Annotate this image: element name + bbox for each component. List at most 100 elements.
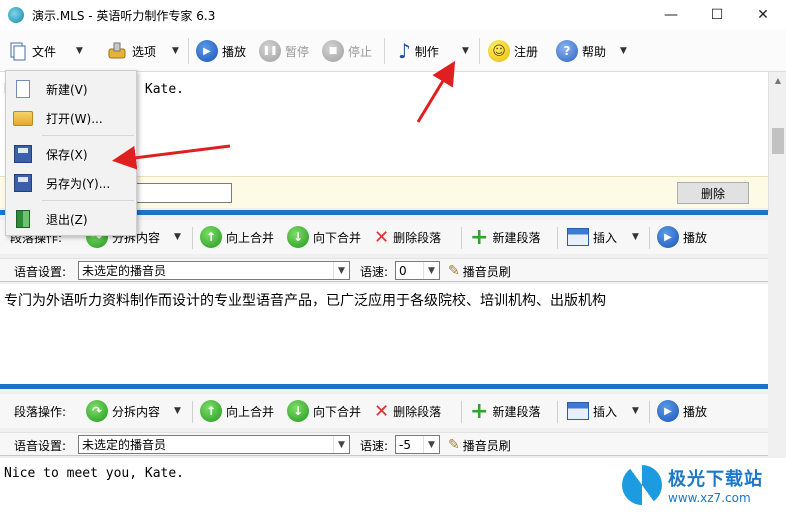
window-title: 演示.MLS - 英语听力制作专家 6.3 [32,8,216,23]
arrow-down-icon: ↓ [287,226,309,248]
speaker-brush-label: 播音员刷 [462,438,511,453]
section-divider [0,384,768,389]
speaker-brush-button[interactable]: ✎ 播音员刷 [448,435,511,455]
arrow-down-icon: ↓ [287,400,309,422]
close-button[interactable]: ✕ [740,0,786,30]
register-button[interactable]: ☺ 注册 [488,36,538,66]
paragraph-play-label: 播放 [683,404,708,419]
chevron-down-icon[interactable]: ▼ [333,436,349,453]
watermark-url: www.xz7.com [668,491,751,505]
scroll-up-icon[interactable]: ▲ [769,72,786,88]
new-paragraph-button[interactable]: + 新建段落 [470,398,541,424]
title-bar: 演示.MLS - 英语听力制作专家 6.3 — ☐ ✕ [0,0,786,30]
options-button[interactable]: 选项 [106,36,156,66]
chevron-down-icon[interactable]: ▼ [333,262,349,279]
edit-textbox[interactable] [128,183,232,203]
new-document-icon [16,80,30,98]
merge-up-button[interactable]: ↑ 向上合并 [200,225,274,249]
pause-label: 暂停 [285,44,310,59]
speaker-brush-button[interactable]: ✎ 播音员刷 [448,261,511,281]
help-label: 帮助 [582,44,607,59]
chevron-down-icon[interactable]: ▼ [423,262,439,279]
speaker-select-2[interactable]: 未选定的播音员 ▼ [78,435,350,454]
stop-button[interactable]: ■ 停止 [322,36,372,66]
file-dropdown-arrow[interactable]: ▼ [76,36,83,66]
minimize-button[interactable]: — [648,0,694,30]
new-paragraph-label: 新建段落 [492,404,541,419]
produce-dropdown-arrow[interactable]: ▼ [462,36,469,66]
new-paragraph-label: 新建段落 [492,230,541,245]
menu-item-save[interactable]: 保存(X) [6,140,136,168]
speed-select-1[interactable]: 0 ▼ [395,261,440,280]
insert-icon [567,402,589,420]
merge-down-button[interactable]: ↓ 向下合并 [287,225,361,249]
delete-x-icon: ✕ [374,400,390,422]
delete-paragraph-button[interactable]: ✕ 删除段落 [374,225,441,249]
menu-item-exit[interactable]: 退出(Z) [6,205,136,233]
play-icon: ▶ [657,226,679,248]
produce-label: 制作 [414,44,439,59]
stop-label: 停止 [348,44,373,59]
menu-divider [42,200,134,201]
paragraph-ops-label: 段落操作: [14,404,67,419]
toolbar-divider [461,227,462,249]
split-content-button[interactable]: ↷ 分拆内容 [86,399,160,423]
merge-up-label: 向上合并 [226,230,275,245]
speed-select-2[interactable]: -5 ▼ [395,435,440,454]
chevron-down-icon[interactable]: ▼ [423,436,439,453]
split-dropdown-arrow[interactable]: ▼ [174,225,181,249]
speed-value: -5 [399,437,411,452]
file-icon [8,41,28,61]
split-dropdown-arrow[interactable]: ▼ [174,399,181,423]
window-controls: — ☐ ✕ [648,0,786,30]
menu-item-save-as[interactable]: 另存为(Y)... [6,169,136,197]
help-dropdown-arrow[interactable]: ▼ [620,36,627,66]
insert-icon [567,228,589,246]
save-icon [14,145,32,163]
sentence-pane-2[interactable]: 专门为外语听力资料制作而设计的专业型语音产品，已广泛应用于各级院校、培训机构、出… [0,284,768,384]
toolbar-divider [461,401,462,423]
stop-icon: ■ [322,40,344,62]
scroll-thumb[interactable] [772,128,784,154]
menu-item-open[interactable]: 打开(W)... [6,104,136,132]
toolbar-divider [557,401,558,423]
merge-down-label: 向下合并 [313,230,362,245]
options-icon [106,40,128,62]
delete-paragraph-button[interactable]: ✕ 删除段落 [374,399,441,423]
play-button[interactable]: ▶ 播放 [196,36,246,66]
speaker-select-1[interactable]: 未选定的播音员 ▼ [78,261,350,280]
delete-button[interactable]: 删除 [677,182,749,204]
register-label: 注册 [514,44,539,59]
insert-dropdown-arrow[interactable]: ▼ [632,399,639,423]
paragraph-play-button[interactable]: ▶ 播放 [657,225,707,249]
insert-button[interactable]: 插入 [567,225,617,249]
toolbar-divider [649,227,650,249]
paragraph-play-label: 播放 [683,230,708,245]
menu-item-new[interactable]: 新建(V) [6,75,136,103]
toolbar-divider [192,227,193,249]
chevron-down-icon: ▼ [174,232,181,242]
merge-down-button[interactable]: ↓ 向下合并 [287,399,361,423]
merge-up-button[interactable]: ↑ 向上合并 [200,399,274,423]
maximize-button[interactable]: ☐ [694,0,740,30]
delete-paragraph-label: 删除段落 [393,230,442,245]
vertical-scrollbar[interactable]: ▲ [768,72,786,212]
file-menu-button[interactable]: 文件 [8,36,56,66]
sentence-text-2[interactable]: 专门为外语听力资料制作而设计的专业型语音产品，已广泛应用于各级院校、培训机构、出… [4,290,606,310]
voice-settings-label: 语音设置: [14,264,67,279]
help-button[interactable]: ? 帮助 [556,36,606,66]
menu-item-save-label: 保存(X) [46,147,88,162]
produce-button[interactable]: ♪ 制作 [398,36,439,66]
paragraph-play-button[interactable]: ▶ 播放 [657,399,707,423]
insert-button[interactable]: 插入 [567,399,617,423]
brush-icon: ✎ [448,263,460,279]
new-paragraph-button[interactable]: + 新建段落 [470,225,541,250]
insert-label: 插入 [593,230,618,245]
sentence-text-3[interactable]: Nice to meet you, Kate. [4,466,184,481]
insert-dropdown-arrow[interactable]: ▼ [632,225,639,249]
watermark-logo-icon [622,465,662,505]
music-note-icon: ♪ [398,39,411,63]
options-dropdown-arrow[interactable]: ▼ [172,36,179,66]
pause-button[interactable]: ❚❚ 暂停 [259,36,309,66]
plus-icon: + [470,398,489,424]
